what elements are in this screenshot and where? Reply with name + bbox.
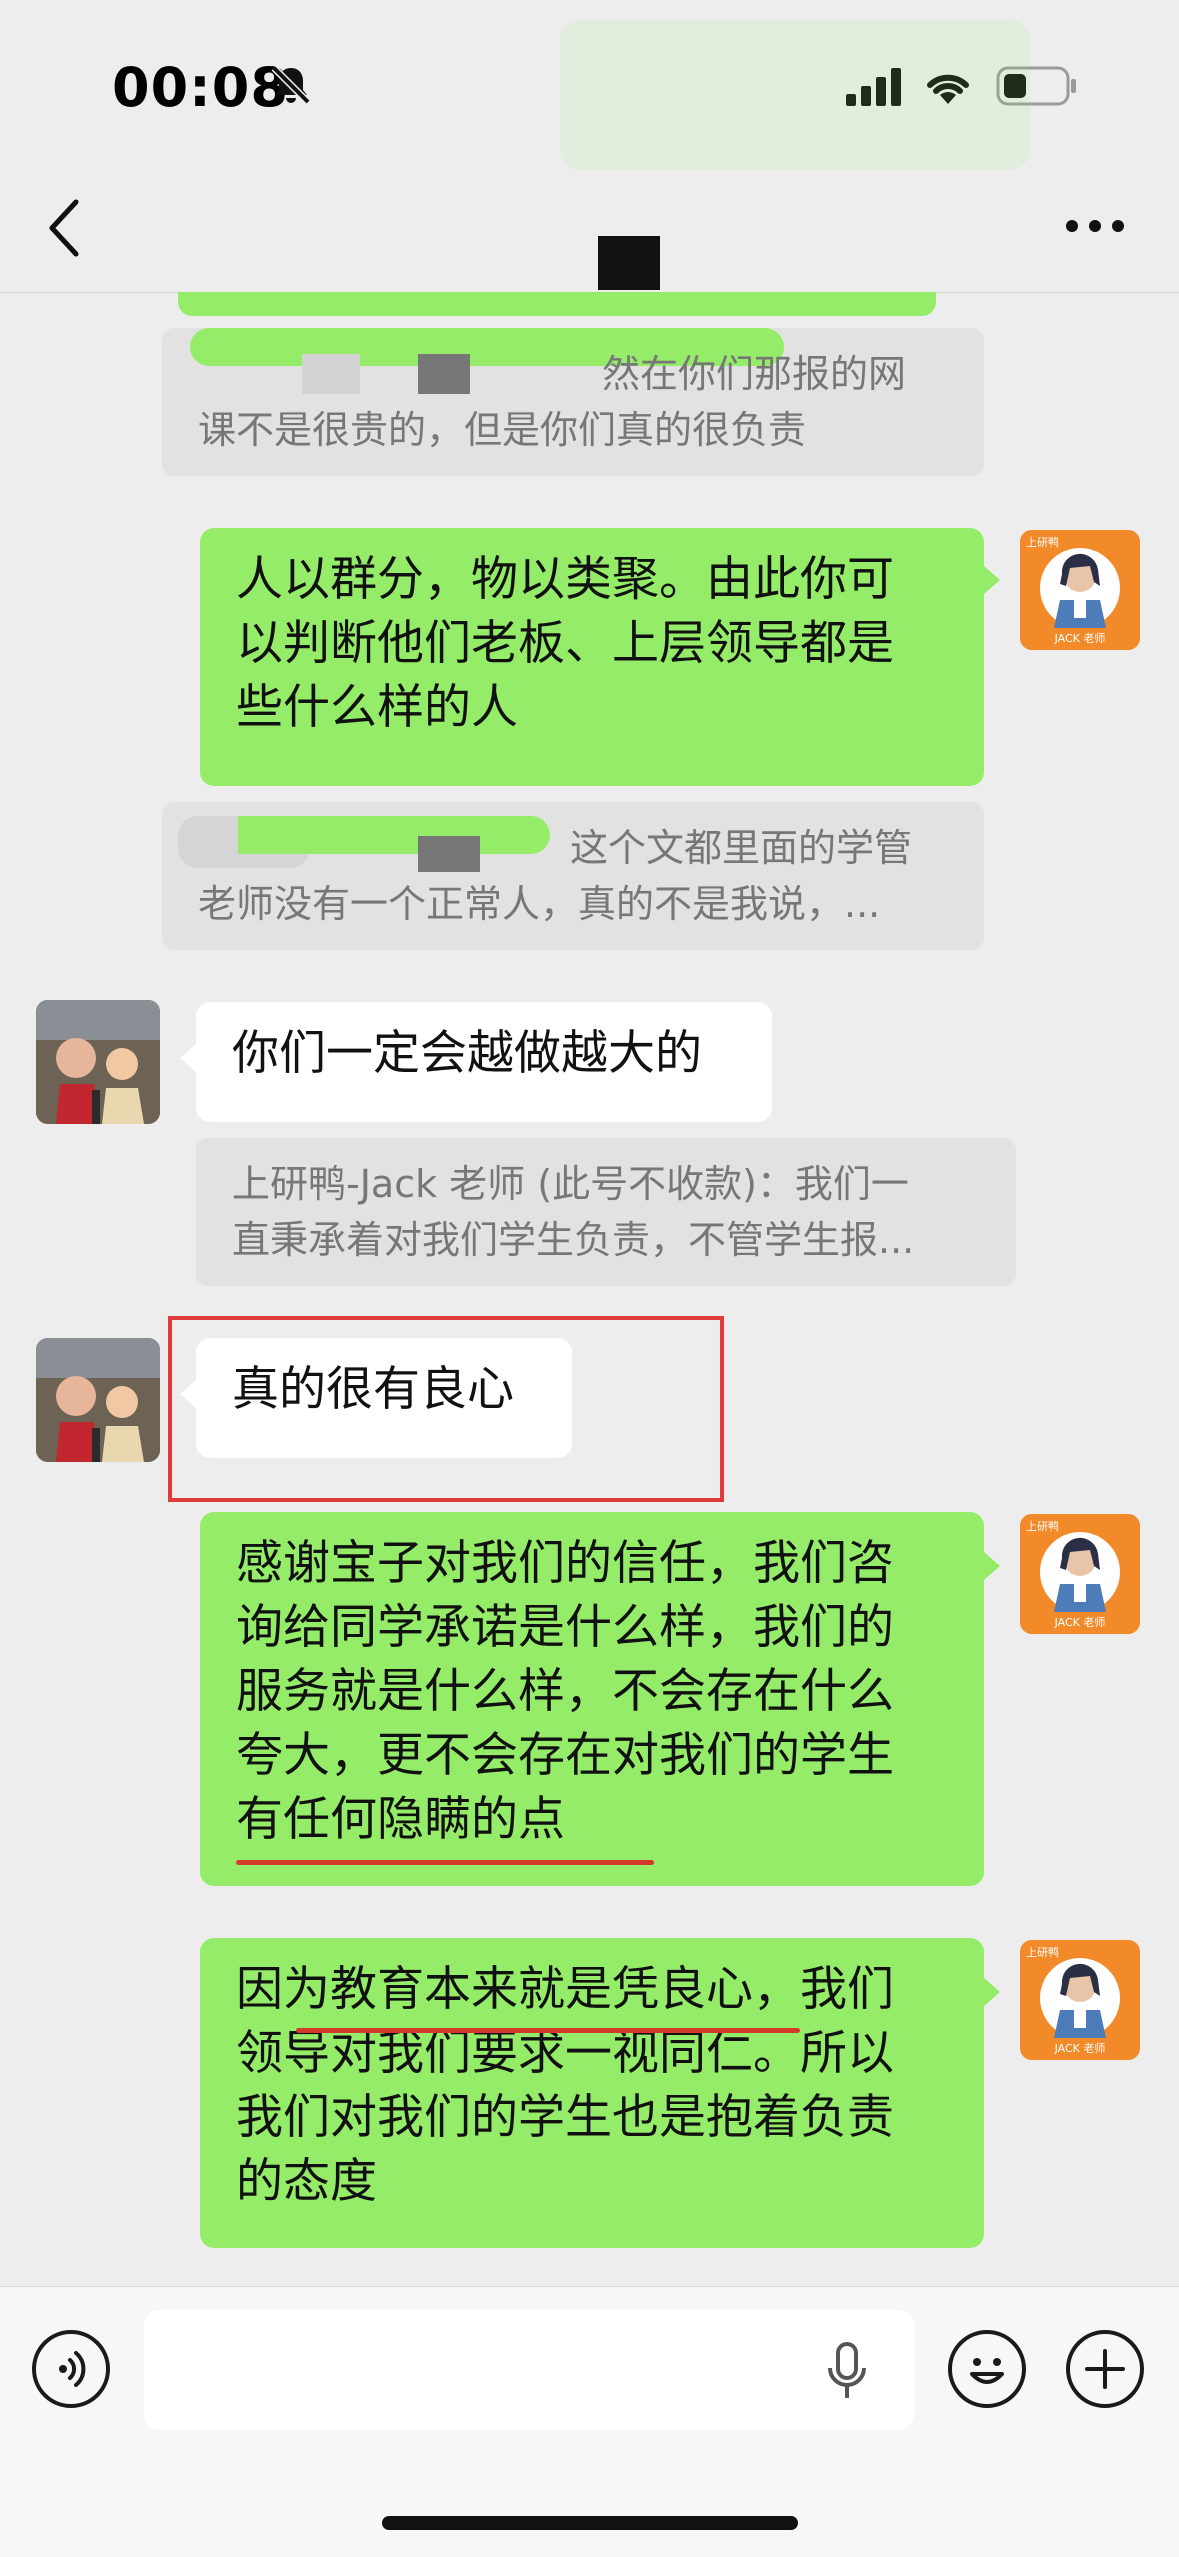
avatar-caption: JACK 老师 <box>1054 1616 1106 1629</box>
bubble-tail <box>984 1552 1000 1580</box>
message-bubble-outgoing[interactable]: 人以群分，物以类聚。由此你可 以判断他们老板、上层领导都是 些什么样的人 <box>200 528 984 786</box>
status-time: 00:08 <box>112 56 289 119</box>
redacted-area <box>560 20 1030 170</box>
message-text-line: 些什么样的人 <box>236 680 518 735</box>
redacted-block <box>302 354 360 394</box>
home-indicator <box>382 2516 798 2530</box>
avatar-jack[interactable]: 上研鸭 JACK 老师 <box>1020 530 1140 650</box>
emoji-icon <box>970 2358 1004 2384</box>
message-text-line: 的态度 <box>236 2154 377 2209</box>
redacted-block <box>418 836 480 872</box>
message-text-line: 我们对我们的学生也是抱着负责 <box>236 2090 894 2145</box>
voice-input-button[interactable] <box>32 2330 110 2408</box>
redacted-block <box>418 354 470 394</box>
emoji-button[interactable] <box>948 2330 1026 2408</box>
message-bubble-partial[interactable] <box>178 292 936 316</box>
plus-icon <box>1085 2349 1125 2389</box>
message-input[interactable] <box>144 2310 914 2430</box>
bubble-tail <box>984 1978 1000 2006</box>
quote-bubble[interactable]: 这个文都里面的学管 老师没有一个正常人，真的不是我说，... <box>162 802 984 950</box>
message-text-line: 服务就是什么样，不会存在什么 <box>236 1664 894 1719</box>
contact-photo-icon <box>36 1338 160 1462</box>
message-text-line: 询给同学承诺是什么样，我们的 <box>236 1600 894 1655</box>
microphone-icon[interactable] <box>824 2340 870 2404</box>
redacted-sender <box>238 816 550 854</box>
avatar-caption: JACK 老师 <box>1054 632 1106 645</box>
message-text-line: 以判断他们老板、上层领导都是 <box>236 616 894 671</box>
message-text-line: 有任何隐瞒的点 <box>236 1792 565 1847</box>
message-text-line: 夸大，更不会存在对我们的学生 <box>236 1728 894 1783</box>
more-functions-button[interactable] <box>1066 2330 1144 2408</box>
avatar-badge: 上研鸭 <box>1026 536 1059 549</box>
back-icon[interactable] <box>44 196 84 260</box>
avatar-jack[interactable]: 上研鸭 JACK 老师 <box>1020 1940 1140 2060</box>
chat-header <box>0 180 1179 294</box>
bell-muted-icon <box>271 65 311 105</box>
voice-icon <box>59 2351 86 2387</box>
more-icon[interactable] <box>1062 216 1128 236</box>
underline-annotation <box>296 2028 800 2033</box>
avatar-jack[interactable]: 上研鸭 JACK 老师 <box>1020 1514 1140 1634</box>
contact-photo-icon <box>36 1000 160 1124</box>
quote-bubble[interactable]: 上研鸭-Jack 老师 (此号不收款)：我们一 直秉承着对我们学生负责，不管学生… <box>196 1138 1016 1286</box>
quote-text-line: 直秉承着对我们学生负责，不管学生报... <box>232 1218 915 1262</box>
quote-text-line: 然在你们那报的网 <box>602 352 907 396</box>
avatar-badge: 上研鸭 <box>1026 1520 1059 1533</box>
message-text-line: 感谢宝子对我们的信任，我们咨 <box>236 1536 894 1591</box>
message-bubble-outgoing[interactable]: 感谢宝子对我们的信任，我们咨 询给同学承诺是什么样，我们的 服务就是什么样，不会… <box>200 1512 984 1886</box>
avatar-contact[interactable] <box>36 1000 160 1124</box>
quote-bubble[interactable]: 然在你们那报的网 课不是很贵的，但是你们真的很负责 <box>162 328 984 476</box>
underline-annotation <box>236 1860 654 1865</box>
message-text-line: 人以群分，物以类聚。由此你可 <box>236 552 894 607</box>
highlight-box <box>168 1316 724 1502</box>
message-bubble-incoming[interactable]: 你们一定会越做越大的 <box>196 1002 772 1122</box>
bubble-tail <box>180 1044 196 1072</box>
bubble-tail <box>984 566 1000 594</box>
avatar-contact[interactable] <box>36 1338 160 1462</box>
quote-text-line: 上研鸭-Jack 老师 (此号不收款)：我们一 <box>232 1162 909 1206</box>
redacted-title <box>598 236 660 290</box>
status-bar: 00:08 <box>0 0 1179 180</box>
avatar-badge: 上研鸭 <box>1026 1946 1059 1959</box>
message-bubble-outgoing[interactable]: 因为教育本来就是凭良心，我们 领导对我们要求一视同仁。所以 我们对我们的学生也是… <box>200 1938 984 2248</box>
quote-text-line: 课不是很贵的，但是你们真的很负责 <box>198 408 807 452</box>
quote-text-line: 老师没有一个正常人，真的不是我说，... <box>198 882 881 926</box>
quote-text-line: 这个文都里面的学管 <box>570 826 913 870</box>
message-text-line: 因为教育本来就是凭良心，我们 <box>236 1962 894 2017</box>
avatar-caption: JACK 老师 <box>1054 2042 1106 2055</box>
